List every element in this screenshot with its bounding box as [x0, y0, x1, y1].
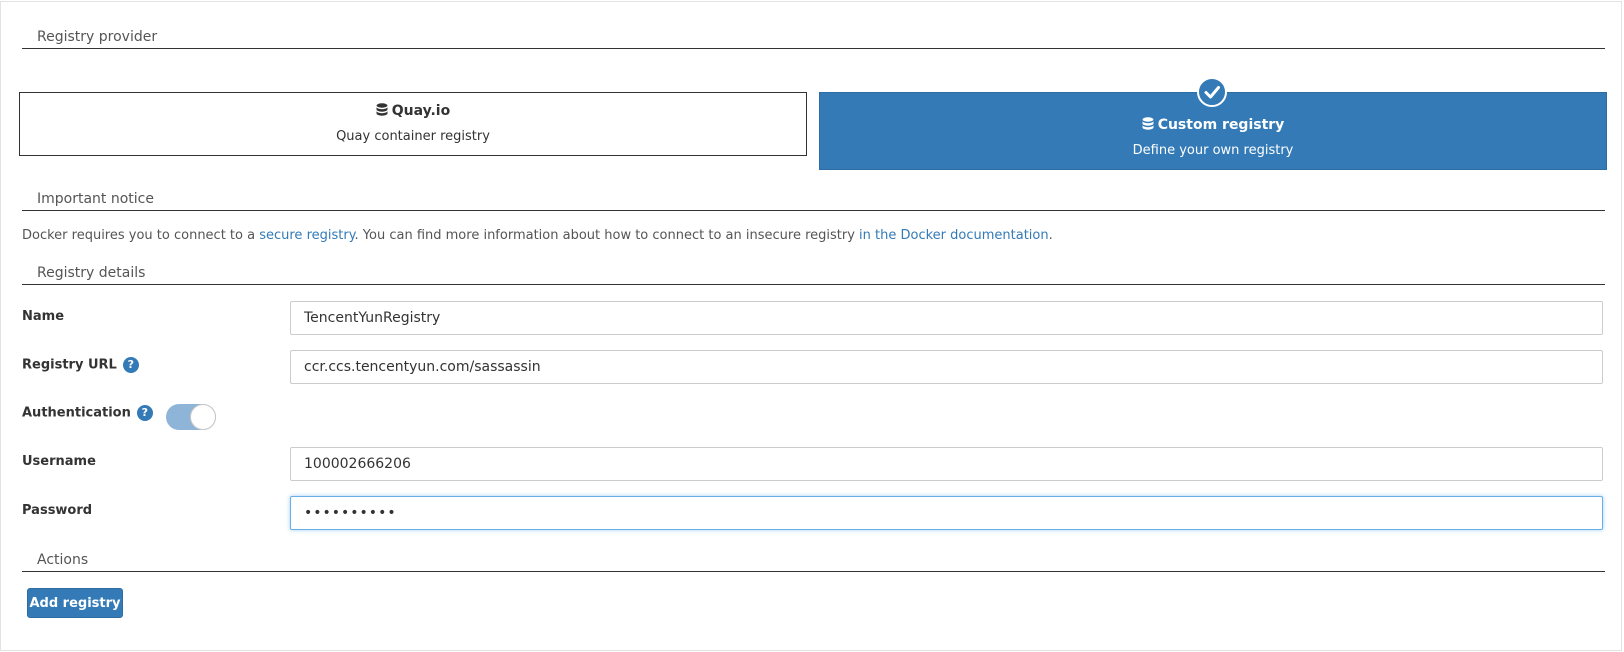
name-input[interactable]: [290, 301, 1603, 335]
provider-title: Custom registry: [820, 117, 1606, 133]
section-title-actions: Actions: [22, 550, 1605, 572]
secure-registry-link[interactable]: secure registry: [259, 228, 354, 243]
section-title-provider: Registry provider: [22, 29, 1605, 49]
provider-subtitle: Define your own registry: [1132, 143, 1294, 158]
authentication-toggle[interactable]: [166, 404, 216, 430]
section-title-details: Registry details: [22, 262, 1605, 285]
password-label: Password: [22, 503, 93, 518]
password-input[interactable]: [290, 496, 1603, 530]
registry-url-input[interactable]: [290, 350, 1603, 384]
name-label: Name: [22, 309, 65, 324]
provider-option-quay[interactable]: Quay.io Quay container registry: [19, 92, 807, 156]
username-input[interactable]: [290, 447, 1603, 481]
section-title-notice: Important notice: [22, 190, 1605, 211]
help-icon[interactable]: ?: [136, 405, 153, 421]
selected-check-icon: [1197, 77, 1227, 107]
toggle-knob: [190, 404, 216, 430]
authentication-label: Authentication?: [22, 405, 153, 421]
registry-form-panel: Registry provider Quay.io Quay container…: [0, 1, 1622, 651]
database-icon: [376, 103, 388, 116]
help-icon[interactable]: ?: [122, 357, 139, 373]
provider-title: Quay.io: [20, 103, 806, 119]
add-registry-button[interactable]: Add registry: [27, 588, 123, 618]
database-icon: [1142, 117, 1154, 130]
docker-documentation-link[interactable]: in the Docker documentation: [859, 228, 1049, 243]
provider-subtitle: Quay container registry: [336, 129, 490, 144]
registry-url-label: Registry URL?: [22, 357, 139, 373]
important-notice-text: Docker requires you to connect to a secu…: [22, 228, 1053, 243]
username-label: Username: [22, 454, 96, 469]
